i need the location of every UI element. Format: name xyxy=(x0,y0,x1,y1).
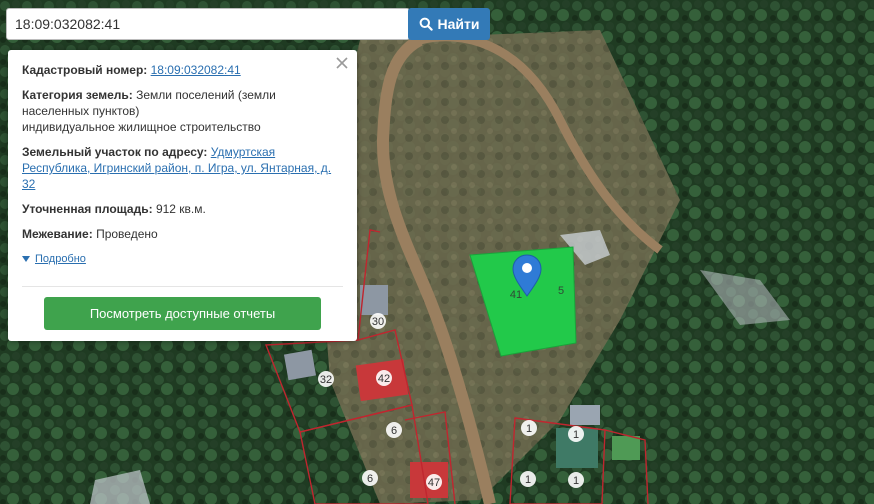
parcel-number-label: 42 xyxy=(378,373,390,385)
popup-divider xyxy=(22,286,343,287)
parcel-number-label: 1 xyxy=(573,475,579,487)
parcel-number-label: 6 xyxy=(367,473,373,485)
category-label: Категория земель: xyxy=(22,88,133,102)
parcel-number-label: 1 xyxy=(526,423,532,435)
search-button-label: Найти xyxy=(437,16,480,32)
area-row: Уточненная площадь: 912 кв.м. xyxy=(22,201,343,217)
survey-row: Межевание: Проведено xyxy=(22,226,343,242)
survey-value: Проведено xyxy=(96,227,158,241)
search-icon xyxy=(419,17,433,31)
category-value-secondary: индивидуальное жилищное строительство xyxy=(22,120,261,134)
search-input[interactable] xyxy=(6,8,410,40)
view-reports-button[interactable]: Посмотреть доступные отчеты xyxy=(44,297,321,330)
details-toggle[interactable]: Подробно xyxy=(22,251,343,267)
parcel-number-label: 30 xyxy=(372,316,384,328)
parcel-number-label: 32 xyxy=(320,374,332,386)
address-label: Земельный участок по адресу: xyxy=(22,145,208,159)
parcel-number-label: 5 xyxy=(558,285,564,297)
category-row: Категория земель: Земли поселений (земли… xyxy=(22,87,343,135)
parcel-info-popup: Кадастровый номер: 18:09:032082:41 Катег… xyxy=(8,50,357,341)
parcel-number-label: 47 xyxy=(428,477,440,489)
survey-label: Межевание: xyxy=(22,227,93,241)
search-button[interactable]: Найти xyxy=(408,8,490,40)
cadastral-label: Кадастровый номер: xyxy=(22,63,148,77)
parcel-number-label: 1 xyxy=(573,429,579,441)
cadastral-link[interactable]: 18:09:032082:41 xyxy=(151,63,241,77)
parcel-number-label: 41 xyxy=(510,289,522,301)
area-label: Уточненная площадь: xyxy=(22,202,153,216)
address-row: Земельный участок по адресу: Удмуртская … xyxy=(22,144,343,192)
parcel-number-label: 6 xyxy=(391,425,397,437)
caret-down-icon xyxy=(22,256,30,262)
cadastral-row: Кадастровый номер: 18:09:032082:41 xyxy=(22,62,343,78)
close-icon[interactable] xyxy=(335,56,349,70)
parcel-number-label: 1 xyxy=(525,474,531,486)
details-toggle-label: Подробно xyxy=(35,253,86,265)
area-value: 912 кв.м. xyxy=(155,202,206,216)
